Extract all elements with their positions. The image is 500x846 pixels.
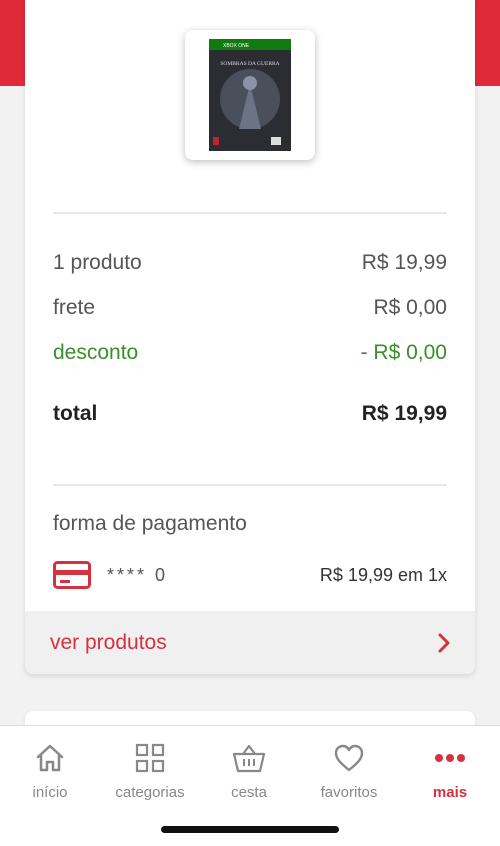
tab-label: cesta <box>231 784 267 801</box>
heart-icon <box>334 744 364 772</box>
divider <box>53 212 447 214</box>
bottom-tab-bar: início categorias cesta favoritos mais <box>0 725 500 846</box>
product-thumbnail[interactable]: XBOX ONE SOMBRAS DA GUERRA <box>185 30 315 160</box>
tab-favoritos[interactable]: favoritos <box>299 738 399 808</box>
tab-inicio[interactable]: início <box>0 738 100 808</box>
chevron-right-icon <box>438 633 450 652</box>
tab-label: favoritos <box>320 784 378 801</box>
view-products-button[interactable]: ver produtos <box>25 611 475 674</box>
grid-icon <box>135 743 165 773</box>
summary-row-total: total R$ 19,99 <box>53 402 447 426</box>
tab-mais[interactable]: mais <box>400 738 500 808</box>
shipping-value: R$ 0,00 <box>373 296 447 319</box>
products-label: 1 produto <box>53 251 142 274</box>
total-value: R$ 19,99 <box>361 402 447 425</box>
payment-amount: R$ 19,99 em 1x <box>319 565 447 585</box>
view-products-label: ver produtos <box>50 630 167 654</box>
summary-row-discount: desconto - R$ 0,00 <box>53 341 447 365</box>
platform-label: XBOX ONE <box>223 43 250 49</box>
summary-row-shipping: frete R$ 0,00 <box>53 296 447 320</box>
tab-label: mais <box>432 784 468 801</box>
home-indicator[interactable] <box>161 826 339 833</box>
discount-value: - R$ 0,00 <box>360 341 447 364</box>
more-dots-icon <box>435 754 465 762</box>
total-label: total <box>53 402 98 425</box>
tab-cesta[interactable]: cesta <box>199 738 299 808</box>
divider <box>53 484 447 486</box>
shipping-label: frete <box>53 296 96 319</box>
summary-row-products: 1 produto R$ 19,99 <box>53 251 447 275</box>
order-card: XBOX ONE SOMBRAS DA GUERRA 1 produto R$ … <box>25 0 475 674</box>
tab-categorias[interactable]: categorias <box>100 738 200 808</box>
credit-card-icon <box>53 561 91 589</box>
home-icon <box>36 744 64 772</box>
basket-icon <box>232 744 266 773</box>
card-number-masked: **** 0 <box>107 565 168 586</box>
card-last-digit: 0 <box>155 565 169 585</box>
game-cover-image: XBOX ONE SOMBRAS DA GUERRA <box>209 39 291 151</box>
card-mask: **** <box>107 565 148 585</box>
payment-method-title: forma de pagamento <box>53 512 247 535</box>
discount-label: desconto <box>53 341 139 364</box>
tab-label: categorias <box>115 784 185 801</box>
tab-label: início <box>32 784 68 801</box>
products-value: R$ 19,99 <box>361 251 447 274</box>
game-title-label: SOMBRAS DA GUERRA <box>220 61 279 67</box>
